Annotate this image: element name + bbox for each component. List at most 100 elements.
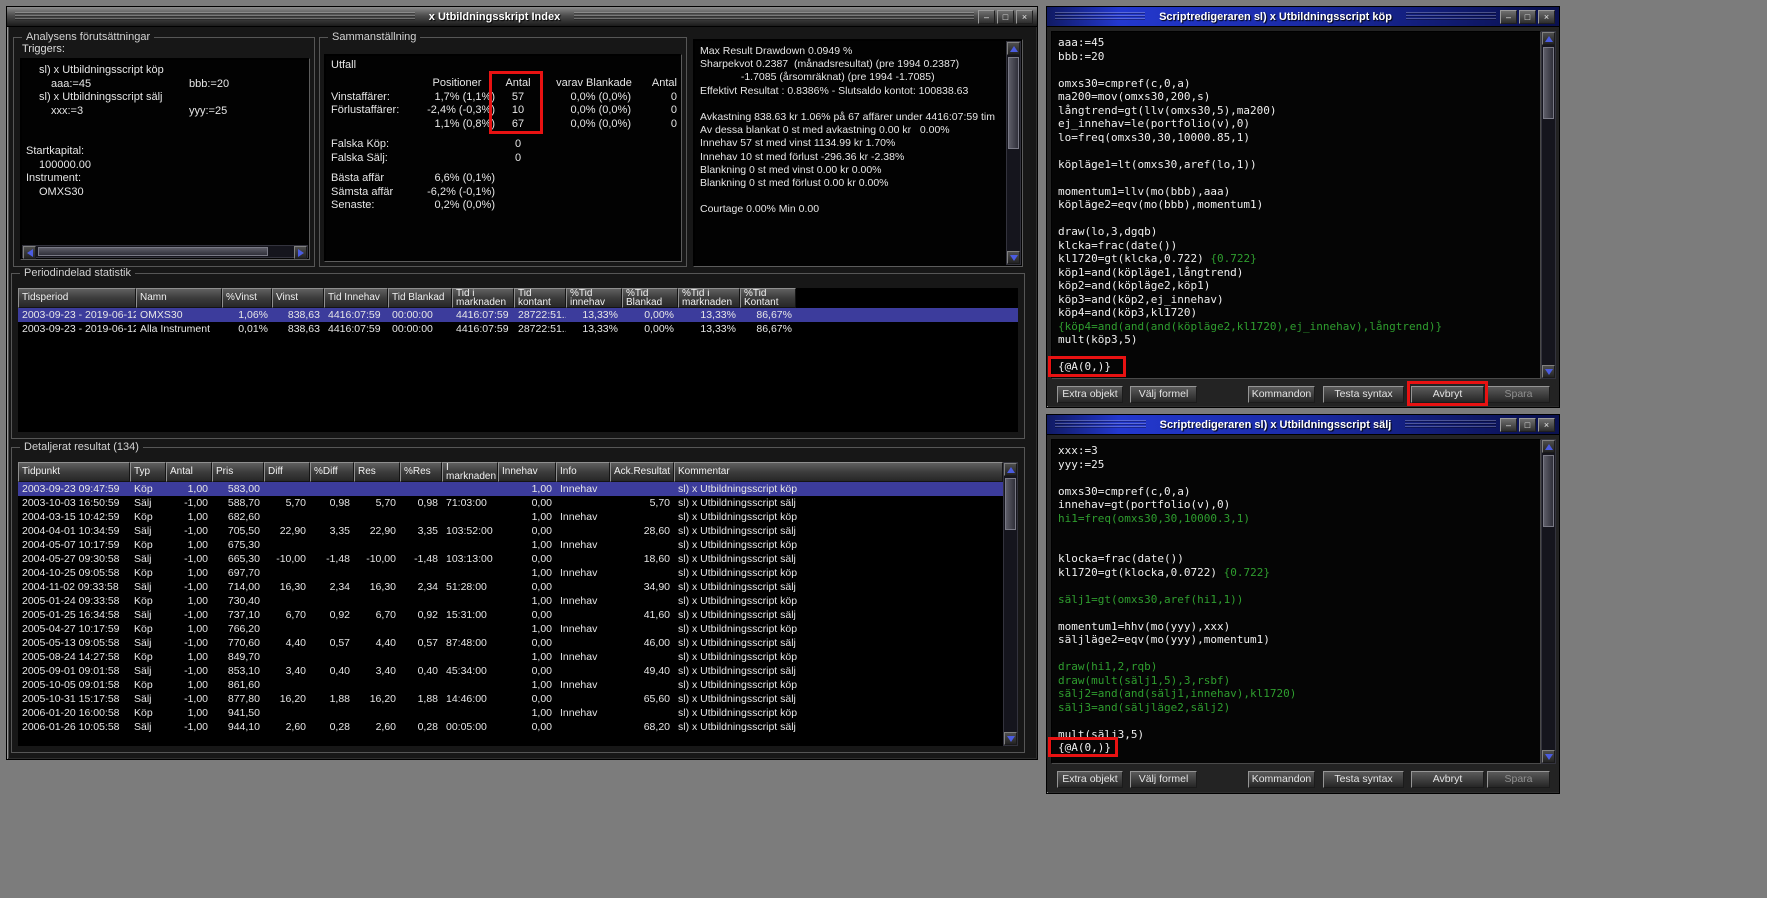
table-row[interactable]: 2005-05-13 09:05:58Sälj-1,00770,604,400,… (18, 636, 1003, 650)
maximize-button[interactable]: □ (997, 10, 1014, 24)
column-header[interactable]: Tid Blankad (388, 288, 452, 308)
scrollbar-track[interactable] (36, 246, 294, 257)
column-header[interactable]: Tid kontant (514, 288, 566, 308)
scroll-up-button[interactable] (1542, 440, 1555, 453)
triggers-hscrollbar[interactable] (22, 245, 308, 258)
table-row[interactable]: 2004-11-02 09:33:58Sälj-1,00714,0016,302… (18, 580, 1003, 594)
scroll-right-button[interactable] (294, 246, 307, 259)
maximize-button[interactable]: □ (1519, 418, 1536, 432)
column-header[interactable]: Namn (136, 288, 222, 308)
table-row[interactable]: 2005-10-05 09:01:58Köp1,00861,601,00Inne… (18, 678, 1003, 692)
extra-objekt-button[interactable]: Extra objekt (1057, 386, 1123, 403)
minimize-button[interactable]: – (978, 10, 995, 24)
scroll-down-button[interactable] (1007, 251, 1020, 264)
extra-objekt-button[interactable]: Extra objekt (1057, 771, 1123, 788)
column-header[interactable]: %Tid i marknaden (678, 288, 740, 308)
maximize-button[interactable]: □ (1519, 10, 1536, 24)
column-header[interactable]: Typ (130, 462, 166, 482)
main-window: x Utbildningsskript Index –□× Analysens … (6, 6, 1038, 760)
main-titlebar[interactable]: x Utbildningsskript Index –□× (7, 7, 1037, 27)
scroll-left-button[interactable] (23, 246, 36, 259)
scroll-up-button[interactable] (1007, 42, 1020, 55)
table-row[interactable]: 2003-09-23 09:47:59Köp1,00583,001,00Inne… (18, 482, 1003, 496)
column-header[interactable]: Tidpunkt (18, 462, 130, 482)
table-row[interactable]: 2005-09-01 09:01:58Sälj-1,00853,103,400,… (18, 664, 1003, 678)
table-row[interactable]: 2004-10-25 09:05:58Köp1,00697,701,00Inne… (18, 566, 1003, 580)
column-header[interactable]: Ack.Resultat (610, 462, 674, 482)
minimize-button[interactable]: – (1500, 418, 1517, 432)
table-row[interactable]: 2005-01-25 16:34:58Sälj-1,00737,106,700,… (18, 608, 1003, 622)
minimize-button[interactable]: – (1500, 10, 1517, 24)
scrollbar-thumb[interactable] (1005, 478, 1016, 530)
column-header[interactable]: Pris (212, 462, 264, 482)
scrollbar-thumb[interactable] (1543, 455, 1554, 527)
column-header[interactable]: Innehav (498, 462, 556, 482)
column-header[interactable]: %Diff (310, 462, 354, 482)
kommandon-button[interactable]: Kommandon (1248, 386, 1315, 403)
scrollbar-thumb[interactable] (1008, 57, 1019, 149)
column-header[interactable]: Info (556, 462, 610, 482)
editor-kop-vscrollbar[interactable] (1541, 31, 1556, 379)
close-button[interactable]: × (1538, 418, 1555, 432)
info-vscrollbar[interactable] (1006, 41, 1021, 265)
table-row[interactable]: 2004-05-07 10:17:59Köp1,00675,301,00Inne… (18, 538, 1003, 552)
column-header[interactable]: %Vinst (222, 288, 272, 308)
scrollbar-track[interactable] (1542, 45, 1555, 365)
column-header[interactable]: Res (354, 462, 400, 482)
scroll-down-button[interactable] (1542, 365, 1555, 378)
table-row[interactable]: 2005-08-24 14:27:58Köp1,00849,701,00Inne… (18, 650, 1003, 664)
close-button[interactable]: × (1016, 10, 1033, 24)
table-row[interactable]: 2006-01-20 16:00:58Köp1,00941,501,00Inne… (18, 706, 1003, 720)
table-row[interactable]: 2004-04-01 10:34:59Sälj-1,00705,5022,903… (18, 524, 1003, 538)
column-header[interactable]: I marknaden (442, 462, 498, 482)
scroll-up-button[interactable] (1004, 463, 1017, 476)
info-line: Innehav 10 st med förlust -296.36 kr -2.… (700, 151, 1004, 164)
scrollbar-track[interactable] (1542, 453, 1555, 750)
column-header[interactable]: Tid i marknaden (452, 288, 514, 308)
triggers-panel[interactable]: sl) x Utbildningsscript köpaaa:=45bbb:=2… (20, 58, 310, 260)
close-button[interactable]: × (1538, 10, 1555, 24)
scrollbar-track[interactable] (1004, 476, 1017, 732)
column-header[interactable]: %Tid Blankad (622, 288, 678, 308)
scroll-down-button[interactable] (1004, 732, 1017, 745)
detail-vscrollbar[interactable] (1003, 462, 1018, 746)
table-row[interactable]: 2005-04-27 10:17:59Köp1,00766,201,00Inne… (18, 622, 1003, 636)
column-header[interactable]: %Tid innehav (566, 288, 622, 308)
valj-formel-button[interactable]: Välj formel (1130, 771, 1197, 788)
code-area-salj[interactable]: xxx:=3yyy:=25 omxs30=cmpref(c,0,a)inneha… (1051, 439, 1541, 764)
table-cell: 2005-01-25 16:34:58 (18, 609, 130, 621)
table-row[interactable]: 2003-09-23 - 2019-06-12Alla Instrument0,… (18, 322, 1018, 336)
kommandon-button[interactable]: Kommandon (1248, 771, 1315, 788)
table-row[interactable]: 2005-01-24 09:33:58Köp1,00730,401,00Inne… (18, 594, 1003, 608)
valj-formel-button[interactable]: Välj formel (1130, 386, 1197, 403)
scrollbar-thumb[interactable] (38, 247, 268, 256)
table-row[interactable]: 2004-03-15 10:42:59Köp1,00682,601,00Inne… (18, 510, 1003, 524)
spara-button[interactable]: Spara (1487, 771, 1550, 788)
table-row[interactable]: 2003-10-03 16:50:59Sälj-1,00588,705,700,… (18, 496, 1003, 510)
column-header[interactable]: Tidsperiod (18, 288, 136, 308)
column-header[interactable]: Antal (166, 462, 212, 482)
table-row[interactable]: 2006-01-26 10:05:58Sälj-1,00944,102,600,… (18, 720, 1003, 734)
scroll-down-button[interactable] (1542, 750, 1555, 763)
testa-syntax-button[interactable]: Testa syntax (1323, 771, 1404, 788)
code-area-kop[interactable]: aaa:=45bbb:=20 omxs30=cmpref(c,0,a)ma200… (1051, 31, 1541, 379)
table-row[interactable]: 2005-10-31 15:17:58Sälj-1,00877,8016,201… (18, 692, 1003, 706)
scrollbar-thumb[interactable] (1543, 47, 1554, 119)
avbryt-button[interactable]: Avbryt (1411, 386, 1484, 403)
column-header[interactable]: Vinst (272, 288, 324, 308)
editor-salj-titlebar[interactable]: Scriptredigeraren sl) x Utbildningsscrip… (1047, 415, 1559, 435)
column-header[interactable]: %Res (400, 462, 442, 482)
column-header[interactable]: Kommentar (674, 462, 1003, 482)
avbryt-button[interactable]: Avbryt (1411, 771, 1484, 788)
table-row[interactable]: 2004-05-27 09:30:58Sälj-1,00665,30-10,00… (18, 552, 1003, 566)
testa-syntax-button[interactable]: Testa syntax (1323, 386, 1404, 403)
editor-kop-titlebar[interactable]: Scriptredigeraren sl) x Utbildningsscrip… (1047, 7, 1559, 27)
scroll-up-button[interactable] (1542, 32, 1555, 45)
column-header[interactable]: Diff (264, 462, 310, 482)
table-row[interactable]: 2003-09-23 - 2019-06-12OMXS301,06%838,63… (18, 308, 1018, 322)
scrollbar-track[interactable] (1007, 55, 1020, 251)
column-header[interactable]: Tid Innehav (324, 288, 388, 308)
spara-button[interactable]: Spara (1487, 386, 1550, 403)
column-header[interactable]: %Tid Kontant (740, 288, 796, 308)
editor-salj-vscrollbar[interactable] (1541, 439, 1556, 764)
